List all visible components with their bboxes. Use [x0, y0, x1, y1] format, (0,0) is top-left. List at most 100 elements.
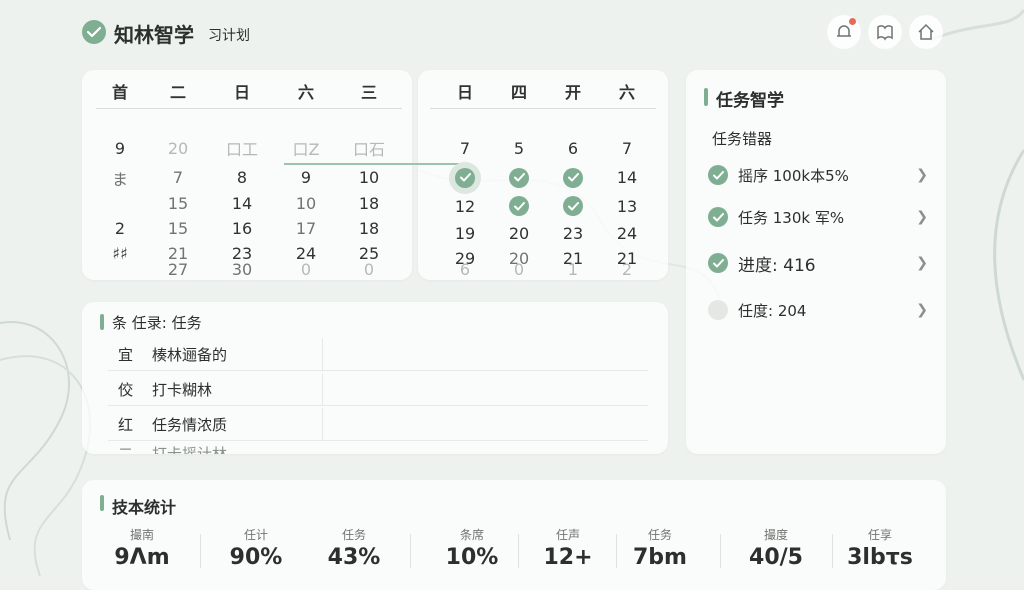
side-panel-item[interactable]: 任度: 204 ❯ [708, 295, 928, 325]
calendar-day[interactable]: 口工 [210, 132, 274, 164]
calendar-day[interactable]: 5 [492, 132, 546, 164]
calendar-day[interactable]: 9 [274, 164, 338, 191]
app-title: 知林智学 [114, 23, 194, 47]
bell-icon [837, 25, 851, 37]
stat-divider [410, 534, 411, 568]
side-panel-item-label: 任务 130k 军% [738, 208, 845, 227]
calendar-day[interactable]: 口Z [274, 132, 338, 164]
calendar-right-overflow-row: 6 0 1 2 [438, 258, 654, 280]
task-tag: 二 [118, 445, 134, 454]
side-panel-item[interactable]: 进度: 416 ❯ [708, 248, 928, 278]
calendar-day[interactable]: 10 [274, 191, 338, 216]
weekday-header: 四 [510, 83, 527, 102]
check-icon [708, 207, 728, 227]
weekday-header: 六 [297, 83, 314, 102]
calendar-day[interactable]: 17 [274, 216, 338, 241]
stat-value: 3lbτs [847, 545, 913, 570]
stat-item: 任享 3lbτs [826, 526, 934, 570]
calendar-day[interactable]: 0 [274, 258, 338, 280]
calendar-day[interactable]: 18 [338, 191, 400, 216]
calendar-day[interactable]: 0 [338, 258, 400, 280]
calendar-day-completed[interactable] [492, 164, 546, 191]
stats-panel-accent [100, 495, 104, 511]
task-tag: 佼 [118, 380, 134, 399]
calendar-day[interactable]: 12 [438, 191, 492, 221]
chevron-right-icon: ❯ [916, 167, 928, 183]
stat-label: 撮度 [763, 528, 788, 542]
calendar-day[interactable]: 14 [600, 164, 654, 191]
logo-check-icon [82, 20, 106, 44]
calendar-day-completed[interactable] [438, 161, 492, 194]
calendar-day[interactable]: 18 [338, 216, 400, 241]
stat-label: 撮南 [129, 528, 154, 542]
task-panel-title: 条 任录: 任务 [112, 314, 202, 332]
chevron-right-icon: ❯ [916, 209, 928, 225]
week-label: 9 [114, 138, 126, 158]
calendar-day[interactable]: 15 [146, 216, 210, 241]
home-button[interactable] [909, 15, 943, 49]
weekday-header: 三 [360, 83, 377, 102]
calendar-day[interactable]: 23 [546, 221, 600, 246]
check-icon [563, 167, 583, 188]
side-panel-item[interactable]: 摇序 100k本5% ❯ [708, 160, 928, 190]
weekday-header: 六 [618, 83, 635, 102]
calendar-day[interactable]: 20 [492, 221, 546, 246]
home-icon [918, 23, 934, 40]
calendar-day[interactable]: 24 [600, 221, 654, 246]
task-panel-accent [100, 314, 104, 330]
side-panel-accent [704, 88, 708, 106]
calendar-day[interactable]: 口石 [338, 132, 400, 164]
stat-value: 9Λm [114, 545, 170, 570]
task-row[interactable]: 红任务情浓质 [108, 408, 648, 441]
task-row[interactable]: 宜楱林逦备的 [108, 338, 648, 371]
calendar-day[interactable]: 7 [438, 132, 492, 164]
check-icon [509, 167, 529, 188]
week-label [94, 191, 146, 216]
calendar-day-completed[interactable] [492, 191, 546, 221]
side-panel-subtitle: 任务错器 [712, 130, 773, 148]
book-button[interactable] [868, 15, 902, 49]
stats-panel-title: 技本统计 [112, 498, 177, 517]
stat-label: 任务 [341, 528, 366, 542]
calendar-day[interactable]: 7 [600, 132, 654, 164]
weekday-header: 日 [456, 83, 473, 102]
task-row-clip: 二 打卡摇计林 [82, 443, 668, 454]
week-label: ま [111, 169, 128, 189]
calendar-day[interactable]: 30 [210, 258, 274, 280]
calendar-day[interactable]: 6 [546, 132, 600, 164]
stat-label: 条席 [459, 528, 484, 542]
task-row[interactable]: 二 打卡摇计林 [108, 443, 227, 454]
calendar-day[interactable]: 8 [210, 164, 274, 191]
stat-label: 任享 [867, 528, 892, 542]
calendar-day[interactable]: 0 [492, 258, 546, 280]
calendar-day[interactable]: 1 [546, 258, 600, 280]
side-panel-item-label: 任度: 204 [738, 301, 807, 320]
stat-label: 任务 [647, 528, 672, 542]
side-panel-item-label: 摇序 100k本5% [738, 166, 849, 185]
calendar-day[interactable]: 7 [146, 164, 210, 191]
calendar-day-completed[interactable] [546, 164, 600, 191]
calendar-day[interactable]: 16 [210, 216, 274, 241]
chevron-right-icon: ❯ [916, 302, 928, 318]
stat-value: 43% [327, 545, 381, 570]
stat-value: 90% [229, 545, 283, 570]
task-tag: 宜 [118, 345, 134, 364]
calendar-day[interactable]: 6 [438, 258, 492, 280]
notifications-button[interactable] [827, 15, 861, 49]
notification-badge [849, 18, 856, 25]
calendar-day[interactable]: 27 [146, 258, 210, 280]
calendar-day[interactable]: 20 [146, 132, 210, 164]
check-icon [509, 196, 529, 216]
task-row[interactable]: 佼打卡糊林 [108, 373, 648, 406]
calendar-day[interactable]: 10 [338, 164, 400, 191]
calendar-day[interactable]: 15 [146, 191, 210, 216]
side-panel-item[interactable]: 任务 130k 军% ❯ [708, 202, 928, 232]
chevron-right-icon: ❯ [916, 255, 928, 271]
calendar-day-completed[interactable] [546, 191, 600, 221]
calendar-day[interactable]: 14 [210, 191, 274, 216]
stat-item: 撮度 40/5 [722, 526, 830, 570]
calendar-day[interactable]: 13 [600, 191, 654, 221]
week-label: 2 [114, 219, 126, 238]
calendar-day[interactable]: 2 [600, 258, 654, 280]
calendar-day[interactable]: 19 [438, 221, 492, 246]
